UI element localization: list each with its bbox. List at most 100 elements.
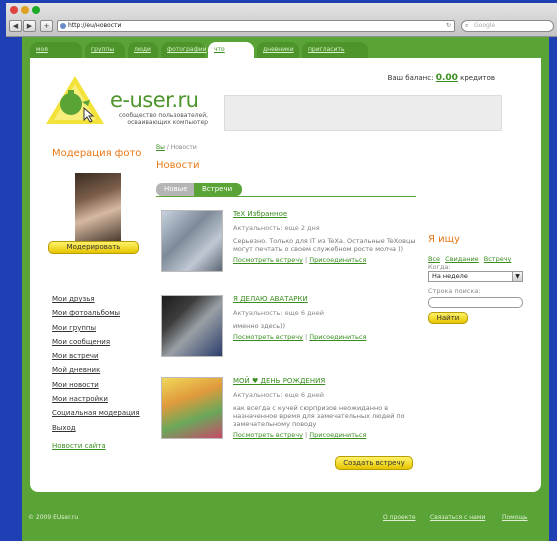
join-meeting-link[interactable]: Присоединиться <box>309 431 366 439</box>
menu-my-diary[interactable]: Мой дневник <box>52 363 140 377</box>
action-separator: | <box>305 333 308 341</box>
window-controls <box>10 6 40 14</box>
tab-invite-friend[interactable]: пригласить друга <box>302 42 368 69</box>
breadcrumb-current: / Новости <box>166 144 197 151</box>
site-page: моя страница группы люди фотографии что … <box>22 37 549 541</box>
zoom-window-button[interactable] <box>32 6 40 14</box>
find-button[interactable]: Найти <box>428 312 468 324</box>
meeting-title[interactable]: Я ДЕЛАЮ АВАТАРКИ <box>233 295 423 303</box>
close-window-button[interactable] <box>10 6 18 14</box>
menu-my-albums[interactable]: Мои фотоальбомы <box>52 306 140 320</box>
menu-my-news[interactable]: Мои новости <box>52 378 140 392</box>
breadcrumb: Вы / Новости <box>156 144 197 151</box>
view-meeting-link[interactable]: Посмотреть встречу <box>233 256 303 264</box>
meeting-body: МОЙ ♥ ДЕНЬ РОЖДЕНИЯ Актуальность: еще 6 … <box>233 377 423 439</box>
query-label: Строка поиска: <box>428 287 481 295</box>
banner-placeholder <box>224 95 502 131</box>
page-title: Новости <box>156 160 200 171</box>
footer-link-contact[interactable]: Связаться с нами <box>430 514 485 521</box>
meeting-actions: Посмотреть встречу | Присоединиться <box>233 256 423 264</box>
user-menu: Мои друзья Мои фотоальбомы Мои группы Мо… <box>52 292 140 435</box>
meeting-meta: Актуальность: еще 2 дня <box>233 224 320 232</box>
view-meeting-link[interactable]: Посмотреть встречу <box>233 333 303 341</box>
reload-icon[interactable]: ↻ <box>446 21 451 31</box>
meeting-body: Я ДЕЛАЮ АВАТАРКИ Актуальность: еще 6 дне… <box>233 295 423 341</box>
join-meeting-link[interactable]: Присоединиться <box>309 256 366 264</box>
tab-photos[interactable]: фотографии <box>161 42 207 58</box>
tab-my-page[interactable]: моя страница <box>30 42 82 69</box>
content-card: e-user.ru сообщество пользователей, осва… <box>30 58 541 492</box>
view-meeting-link[interactable]: Посмотреть встречу <box>233 431 303 439</box>
copyright: © 2009 EUser.ru <box>28 514 79 521</box>
menu-my-messages[interactable]: Мои сообщения <box>52 335 140 349</box>
tab-groups[interactable]: группы <box>85 42 125 58</box>
browser-search-input[interactable]: ⌕ Google <box>461 20 554 32</box>
logo-text[interactable]: e-user.ru <box>110 88 199 112</box>
balance-label: Ваш баланс: <box>387 74 434 82</box>
create-meeting-button[interactable]: Создать встречу <box>335 456 413 470</box>
meeting-meta: Актуальность: еще 6 дней <box>233 309 325 317</box>
moderate-button[interactable]: Модерировать <box>48 241 139 254</box>
menu-my-groups[interactable]: Мои группы <box>52 321 140 335</box>
forward-button[interactable]: ▶ <box>23 20 36 32</box>
meeting-actions: Посмотреть встречу | Присоединиться <box>233 333 423 341</box>
filter-all[interactable]: Все <box>428 255 440 263</box>
footer-link-about[interactable]: О проекте <box>383 514 416 521</box>
meeting-thumbnail[interactable] <box>161 377 223 439</box>
balance-amount[interactable]: 0.00 <box>436 73 458 83</box>
logo-tagline: сообщество пользователей, осваивающих ко… <box>118 112 208 126</box>
meeting-thumbnail[interactable] <box>161 295 223 357</box>
filter-date[interactable]: Свидание <box>445 255 479 263</box>
join-meeting-link[interactable]: Присоединиться <box>309 333 366 341</box>
subtab-divider <box>156 196 416 197</box>
meeting-actions: Посмотреть встречу | Присоединиться <box>233 431 423 439</box>
when-select[interactable]: На неделе ▼ <box>428 271 523 282</box>
balance-info: Ваш баланс: 0.00 кредитов <box>388 73 495 83</box>
search-title: Я ищу <box>428 234 460 245</box>
menu-my-meetings[interactable]: Мои встречи <box>52 349 140 363</box>
meeting-title[interactable]: МОЙ ♥ ДЕНЬ РОЖДЕНИЯ <box>233 377 423 385</box>
browser-chrome: ◀ ▶ + http://eu/новости ↻ ⌕ Google <box>6 3 557 37</box>
back-button[interactable]: ◀ <box>9 20 22 32</box>
meeting-meta: Актуальность: еще 6 дней <box>233 391 325 399</box>
moderation-title: Модерация фото <box>52 148 142 159</box>
address-bar[interactable]: http://eu/новости ↻ <box>57 20 455 32</box>
action-separator: | <box>305 256 308 264</box>
action-separator: | <box>305 431 308 439</box>
logo-icon[interactable] <box>44 74 106 126</box>
search-query-input[interactable] <box>428 297 523 308</box>
filter-meeting[interactable]: Встречу <box>484 255 512 263</box>
browser-toolbar: ◀ ▶ + http://eu/новости ↻ ⌕ Google <box>9 20 554 33</box>
chevron-down-icon: ▼ <box>512 272 522 281</box>
news-subtabs: Новые Встречи <box>156 183 242 196</box>
meeting-title[interactable]: TeX Избранное <box>233 210 423 218</box>
meeting-text: именно здесь)) <box>233 322 286 330</box>
menu-social-moderation[interactable]: Социальная модерация <box>52 406 140 420</box>
meeting-thumbnail[interactable] <box>161 210 223 272</box>
tab-meetings[interactable]: Встречи <box>194 183 242 196</box>
when-label: Когда: <box>428 263 451 271</box>
menu-my-settings[interactable]: Мои настройки <box>52 392 140 406</box>
top-nav-tabs: моя страница группы люди фотографии что … <box>30 42 371 69</box>
search-icon: ⌕ <box>465 22 469 29</box>
meeting-body: TeX Избранное Актуальность: еще 2 дня Се… <box>233 210 423 264</box>
tab-diaries[interactable]: дневники <box>257 42 299 58</box>
tab-people[interactable]: люди <box>128 42 158 58</box>
balance-unit: кредитов <box>460 74 495 82</box>
menu-logout[interactable]: Выход <box>52 421 140 435</box>
minimize-window-button[interactable] <box>21 6 29 14</box>
footer-link-help[interactable]: Помощь <box>502 514 528 521</box>
browser-search-placeholder: Google <box>474 22 496 29</box>
moderation-photo[interactable] <box>75 173 121 241</box>
meeting-text: Серьезно. Только для IT из TeXa. Остальн… <box>233 237 416 253</box>
search-filters: Все Свидание Встречу <box>428 255 514 263</box>
meeting-text: как всегда с кучей сюрпризов неожиданно … <box>233 404 405 428</box>
add-bookmark-button[interactable]: + <box>40 20 53 32</box>
tab-new[interactable]: Новые <box>156 183 194 196</box>
when-select-value: На неделе <box>432 272 468 280</box>
site-news-link[interactable]: Новости сайта <box>52 442 106 450</box>
breadcrumb-home[interactable]: Вы <box>156 144 165 151</box>
address-text: http://eu/новости <box>68 22 122 29</box>
tab-whats-new[interactable]: что нового? <box>208 42 254 69</box>
menu-my-friends[interactable]: Мои друзья <box>52 292 140 306</box>
